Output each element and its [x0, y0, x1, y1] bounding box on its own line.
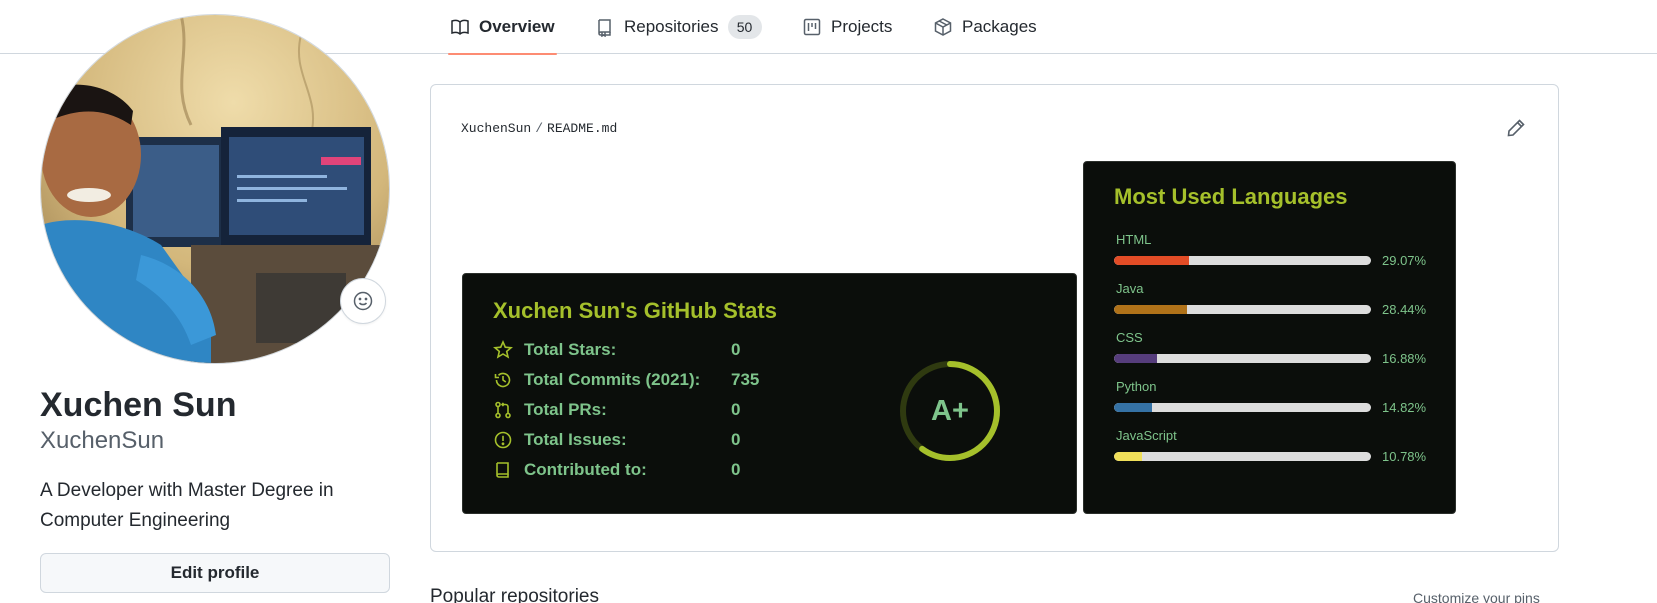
language-bar-track — [1114, 452, 1371, 461]
package-icon — [934, 18, 952, 36]
profile-fullname: Xuchen Sun — [40, 386, 237, 424]
smiley-icon — [353, 291, 373, 311]
stat-row-commits: Total Commits (2021): 735 — [493, 368, 759, 392]
readme-box: XuchenSun / README.md Xuchen Sun's GitHub … — [430, 84, 1559, 552]
stat-row-stars: Total Stars: 0 — [493, 338, 740, 362]
language-bar-track — [1114, 403, 1371, 412]
language-percent: 14.82% — [1382, 400, 1427, 415]
edit-readme-button[interactable] — [1505, 117, 1529, 141]
language-bar-fill — [1114, 403, 1153, 412]
top-languages-card: Most Used Languages HTML 29.07% Java 28.44%… — [1083, 161, 1456, 514]
language-row: Java 28.44% — [1114, 281, 1434, 327]
tab-repositories[interactable]: Repositories 50 — [595, 0, 762, 54]
readme-file-link[interactable]: README.md — [547, 121, 617, 136]
pull-request-icon — [495, 401, 511, 419]
stat-row-prs: Total PRs: 0 — [493, 398, 740, 422]
language-bar-fill — [1114, 452, 1142, 461]
readme-path: XuchenSun / README.md — [461, 121, 617, 136]
language-row: Python 14.82% — [1114, 379, 1434, 425]
repositories-count-badge: 50 — [727, 15, 762, 39]
language-row: JavaScript 10.78% — [1114, 428, 1434, 474]
stat-value: 0 — [731, 430, 741, 449]
repo-icon — [598, 19, 611, 37]
language-row: CSS 16.88% — [1114, 330, 1434, 376]
language-name: Python — [1116, 379, 1157, 394]
language-bar-fill — [1114, 354, 1158, 363]
rank-grade: A+ — [931, 394, 969, 427]
book-icon — [451, 19, 469, 36]
edit-profile-button[interactable]: Edit profile — [40, 553, 390, 593]
project-icon — [803, 18, 821, 36]
issue-icon — [494, 431, 512, 449]
language-bar-track — [1114, 305, 1371, 314]
stat-value: 0 — [731, 340, 741, 359]
language-percent: 29.07% — [1382, 253, 1427, 268]
pencil-icon — [1507, 119, 1525, 137]
stat-value: 0 — [731, 460, 741, 479]
stat-label: Total Stars: — [524, 340, 617, 359]
language-name: Java — [1116, 281, 1144, 296]
path-separator: / — [535, 121, 544, 136]
tab-label: Overview — [479, 17, 555, 36]
tab-label: Projects — [831, 17, 893, 36]
language-row: HTML 29.07% — [1114, 232, 1434, 278]
language-percent: 16.88% — [1382, 351, 1427, 366]
popular-repositories-heading: Popular repositories — [430, 586, 599, 603]
language-bar-fill — [1114, 305, 1188, 314]
stat-label: Total Issues: — [524, 430, 627, 449]
stat-row-issues: Total Issues: 0 — [493, 428, 740, 452]
profile-avatar[interactable] — [40, 14, 390, 364]
language-bar-fill — [1114, 256, 1189, 265]
stat-label: Contributed to: — [524, 460, 647, 479]
stat-label: Total PRs: — [524, 400, 607, 419]
language-percent: 10.78% — [1382, 449, 1427, 464]
rank-circle: A+ — [895, 356, 1005, 466]
languages-card-title: Most Used Languages — [1114, 184, 1348, 209]
profile-username: XuchenSun — [40, 427, 165, 454]
profile-page: Overview Repositories 50 Projects Packag… — [0, 0, 1657, 603]
avatar-image — [41, 15, 389, 363]
tab-projects[interactable]: Projects — [802, 0, 892, 54]
language-name: HTML — [1116, 232, 1152, 247]
tab-label: Repositories — [624, 17, 719, 36]
language-bar-track — [1114, 354, 1371, 363]
stat-value: 735 — [731, 370, 760, 389]
profile-bio: A Developer with Master Degree in Comput… — [40, 480, 334, 531]
set-status-button[interactable] — [340, 278, 386, 324]
stat-value: 0 — [731, 400, 741, 419]
stats-card-title: Xuchen Sun's GitHub Stats — [493, 298, 777, 323]
readme-owner-link[interactable]: XuchenSun — [461, 121, 531, 136]
tab-label: Packages — [962, 17, 1037, 36]
github-stats-card: Xuchen Sun's GitHub Stats Total Stars: 0… — [462, 273, 1077, 514]
stat-label: Total Commits (2021): — [524, 370, 701, 389]
tab-packages[interactable]: Packages — [933, 0, 1037, 54]
language-percent: 28.44% — [1382, 302, 1427, 317]
history-icon — [494, 372, 511, 388]
language-name: CSS — [1116, 330, 1143, 345]
language-name: JavaScript — [1116, 428, 1177, 443]
repo-icon — [496, 462, 509, 478]
tab-overview[interactable]: Overview — [448, 0, 557, 55]
star-icon — [493, 340, 513, 359]
language-bar-track — [1114, 256, 1371, 265]
customize-pins-link[interactable]: Customize your pins — [1413, 590, 1540, 603]
stat-row-contributed: Contributed to: 0 — [493, 458, 740, 482]
